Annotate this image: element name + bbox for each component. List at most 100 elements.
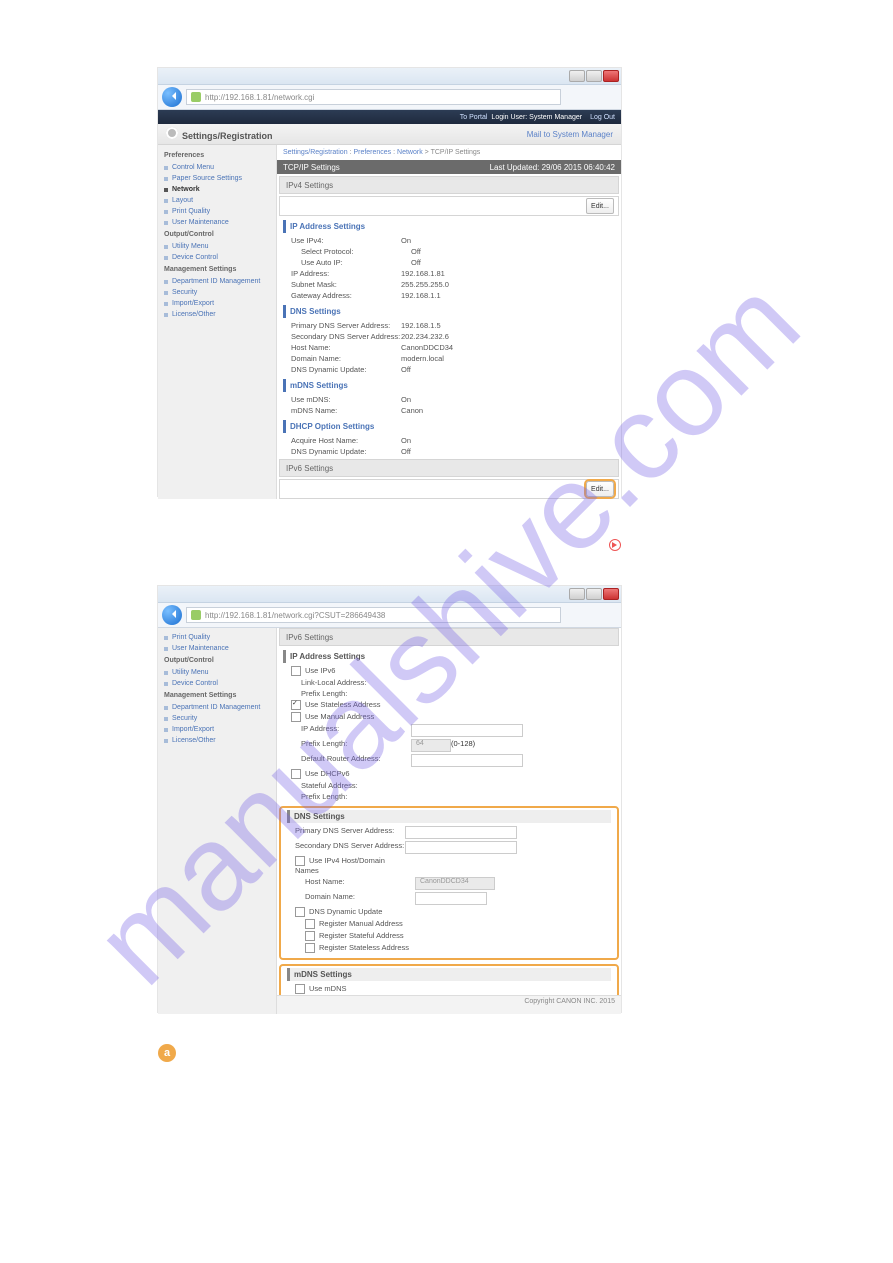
banner-title: TCP/IP Settings <box>283 163 340 172</box>
ipv6-heading-2: IPv6 Settings <box>279 628 619 646</box>
sidebar-item-security-2[interactable]: Security <box>158 713 276 724</box>
input-pdns6[interactable] <box>405 826 517 839</box>
back-button-2[interactable] <box>162 605 182 625</box>
k-ip: IP Address: <box>283 269 401 278</box>
edit-button[interactable]: Edit... <box>586 198 614 214</box>
sidebar-item-printquality[interactable]: Print Quality <box>158 206 276 217</box>
sect-dns: DNS Settings <box>283 305 615 318</box>
sidebar-item-security[interactable]: Security <box>158 287 276 298</box>
sidebar-item-license-2[interactable]: License/Other <box>158 735 276 746</box>
input-ip6[interactable] <box>411 724 523 737</box>
mail-link[interactable]: Mail to System Manager <box>527 130 613 139</box>
v-usemdns: On <box>401 395 411 404</box>
v-autoip: Off <box>411 258 421 267</box>
sidebar-item-deptid[interactable]: Department ID Management <box>158 276 276 287</box>
v-dns1: 192.168.1.5 <box>401 321 441 330</box>
sidebar-item-devicecontrol[interactable]: Device Control <box>158 252 276 263</box>
k-selproto: Select Protocol: <box>283 247 411 256</box>
chk-usemdns6[interactable] <box>295 984 305 994</box>
l-dyn6: DNS Dynamic Update <box>309 907 382 916</box>
chk-regman[interactable] <box>305 919 315 929</box>
sidebar-item-devicecontrol-2[interactable]: Device Control <box>158 678 276 689</box>
banner: TCP/IP SettingsLast Updated: 29/06 2015 … <box>277 160 621 174</box>
sidebar-item-controlmenu[interactable]: Control Menu <box>158 162 276 173</box>
sidebar-item-utility[interactable]: Utility Menu <box>158 241 276 252</box>
annotation-a: a <box>158 1044 176 1062</box>
v-host: CanonDDCD34 <box>401 343 453 352</box>
logout-link[interactable]: Log Out <box>590 114 615 121</box>
window-buttons[interactable] <box>569 70 619 82</box>
input-host6[interactable]: CanonDDCD34 <box>415 877 495 890</box>
k-sdns6: Secondary DNS Server Address: <box>287 841 405 854</box>
k-achost: Acquire Host Name: <box>283 436 401 445</box>
bc-1[interactable]: Settings/Registration <box>283 149 348 156</box>
chk-dhcpv6[interactable] <box>291 769 301 779</box>
l-useipv6: Use IPv6 <box>305 666 335 675</box>
side-preferences: Preferences <box>158 149 276 162</box>
portal-link[interactable]: To Portal <box>460 114 488 121</box>
edit-button-ipv6[interactable]: Edit... <box>586 481 614 497</box>
input-sdns6[interactable] <box>405 841 517 854</box>
l-regman: Register Manual Address <box>319 919 403 928</box>
sidebar-item-usermaint[interactable]: User Maintenance <box>158 217 276 228</box>
chk-stateless[interactable] <box>291 700 301 710</box>
highlight-dns: DNS Settings Primary DNS Server Address:… <box>279 806 619 960</box>
chk-regless[interactable] <box>305 943 315 953</box>
back-button[interactable] <box>162 87 182 107</box>
chk-manual[interactable] <box>291 712 301 722</box>
app-header: Settings/Registration Mail to System Man… <box>158 124 621 145</box>
chk-dyn6[interactable] <box>295 907 305 917</box>
address-bar[interactable]: http://192.168.1.81/network.cgi <box>186 89 561 105</box>
k-useipv4: Use IPv4: <box>283 236 401 245</box>
sidebar-item-import[interactable]: Import/Export <box>158 298 276 309</box>
chk-usev4host[interactable] <box>295 856 305 866</box>
input-router[interactable] <box>411 754 523 767</box>
l-regless: Register Stateless Address <box>319 943 409 952</box>
sidebar-2: Print Quality User Maintenance Output/Co… <box>158 628 277 1014</box>
url-text: http://192.168.1.81/network.cgi <box>205 93 314 102</box>
sidebar-item-license[interactable]: License/Other <box>158 309 276 320</box>
side-output: Output/Control <box>158 228 276 241</box>
chk-useipv6[interactable] <box>291 666 301 676</box>
bc-2[interactable]: Preferences <box>353 149 391 156</box>
sidebar-item-network[interactable]: Network <box>158 184 276 195</box>
k-linklocal: Link-Local Address: <box>283 678 411 687</box>
l-manual: Use Manual Address <box>305 712 374 721</box>
chk-regstate[interactable] <box>305 931 315 941</box>
side-management: Management Settings <box>158 263 276 276</box>
sidebar-item-printquality-2[interactable]: Print Quality <box>158 632 276 643</box>
browser-toolbar: http://192.168.1.81/network.cgi <box>158 85 621 110</box>
sidebar-item-import-2[interactable]: Import/Export <box>158 724 276 735</box>
sect-ipaddr: IP Address Settings <box>283 220 615 233</box>
side-output-2: Output/Control <box>158 654 276 667</box>
v-ip: 192.168.1.81 <box>401 269 445 278</box>
k-dyn2: DNS Dynamic Update: <box>283 447 401 456</box>
play-icon <box>609 539 621 551</box>
sidebar-item-layout[interactable]: Layout <box>158 195 276 206</box>
screenshot-2: http://192.168.1.81/network.cgi?CSUT=286… <box>158 586 621 1012</box>
input-prefix[interactable]: 64 <box>411 739 451 752</box>
window-titlebar <box>158 68 621 85</box>
v-dyn: Off <box>401 365 411 374</box>
portal-bar: To Portal Login User: System Manager Log… <box>158 110 621 124</box>
sect-mdns-2: mDNS Settings <box>287 968 611 981</box>
k-prefix3: Prefix Length: <box>283 792 411 801</box>
k-ipaddr6: IP Address: <box>283 724 411 737</box>
window-buttons-2[interactable] <box>569 588 619 600</box>
sidebar-item-utility-2[interactable]: Utility Menu <box>158 667 276 678</box>
bc-3[interactable]: Network <box>397 149 423 156</box>
k-router: Default Router Address: <box>283 754 411 767</box>
sidebar-item-deptid-2[interactable]: Department ID Management <box>158 702 276 713</box>
site-icon-2 <box>191 610 201 620</box>
window-titlebar-2 <box>158 586 621 603</box>
k-stateful: Stateful Address: <box>283 781 411 790</box>
login-user: Login User: System Manager <box>491 114 582 121</box>
v-achost: On <box>401 436 411 445</box>
v-selproto: Off <box>411 247 421 256</box>
sidebar-item-papersource[interactable]: Paper Source Settings <box>158 173 276 184</box>
sidebar-item-usermaint-2[interactable]: User Maintenance <box>158 643 276 654</box>
l-stateless: Use Stateless Address <box>305 700 380 709</box>
input-dom6[interactable] <box>415 892 487 905</box>
v-gw: 192.168.1.1 <box>401 291 441 300</box>
address-bar-2[interactable]: http://192.168.1.81/network.cgi?CSUT=286… <box>186 607 561 623</box>
